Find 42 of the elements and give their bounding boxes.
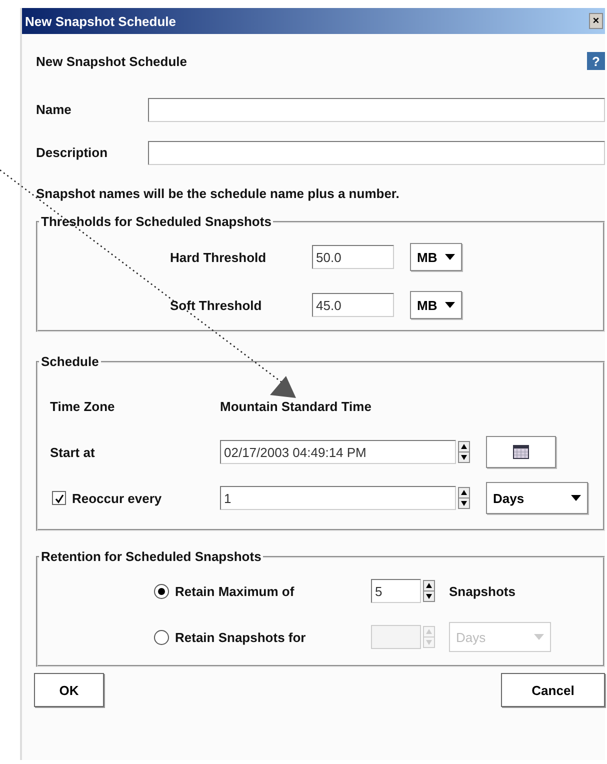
- checkbox[interactable]: [52, 491, 66, 505]
- info-text: Snapshot names will be the schedule name plus a number.: [36, 184, 400, 203]
- threshold-label: Hard Threshold: [170, 250, 268, 264]
- window-title: New Snapshot Schedule: [25, 14, 176, 28]
- start-label: Start at: [49, 444, 96, 460]
- radio-label: Retain Snapshots for: [175, 630, 307, 644]
- spinner-icon[interactable]: [458, 441, 470, 463]
- group-title: Schedule: [41, 354, 99, 369]
- radio-button[interactable]: [154, 584, 169, 598]
- field-label: Description: [36, 145, 109, 160]
- caret-icon: [571, 495, 581, 501]
- caret-icon: [445, 302, 456, 308]
- spinner-icon[interactable]: [423, 580, 435, 602]
- field-label: Name: [36, 102, 72, 117]
- number-field[interactable]: 5: [371, 579, 421, 603]
- threshold-field[interactable]: 45.0: [312, 293, 394, 317]
- text-field[interactable]: [148, 140, 605, 164]
- caret-icon: [534, 634, 544, 640]
- spinner-icon[interactable]: [458, 487, 470, 509]
- time-zone-value: Mountain Standard Time: [220, 398, 372, 414]
- checkbox-label: Reoccur every: [72, 490, 162, 506]
- dialog-button[interactable]: OK: [34, 673, 104, 707]
- time-zone-label: Time Zone: [49, 398, 116, 414]
- date-time-field[interactable]: 02/17/2003 04:49:14 PM: [220, 440, 456, 464]
- unit-dropdown[interactable]: Days: [486, 482, 588, 514]
- calendar-button[interactable]: [486, 436, 556, 468]
- dialog-heading: New Snapshot Schedule: [36, 54, 187, 68]
- dialog-button[interactable]: Cancel: [501, 673, 605, 707]
- radio-label: Retain Maximum of: [175, 584, 296, 598]
- unit-label: Snapshots: [449, 584, 516, 598]
- calendar-icon: [513, 445, 529, 459]
- unit-dropdown[interactable]: MB: [410, 243, 462, 271]
- caret-icon: [445, 254, 456, 260]
- help-button[interactable]: ?: [587, 52, 605, 70]
- text-field[interactable]: [148, 98, 605, 122]
- close-button[interactable]: ×: [589, 13, 603, 29]
- threshold-field[interactable]: 50.0: [312, 245, 394, 269]
- group-title: Retention for Scheduled Snapshots: [41, 549, 262, 564]
- group-title: Thresholds for Scheduled Snapshots: [41, 214, 272, 229]
- interval-field[interactable]: 1: [220, 486, 456, 510]
- unit-dropdown[interactable]: MB: [410, 291, 462, 319]
- threshold-label: Soft Threshold: [170, 298, 263, 312]
